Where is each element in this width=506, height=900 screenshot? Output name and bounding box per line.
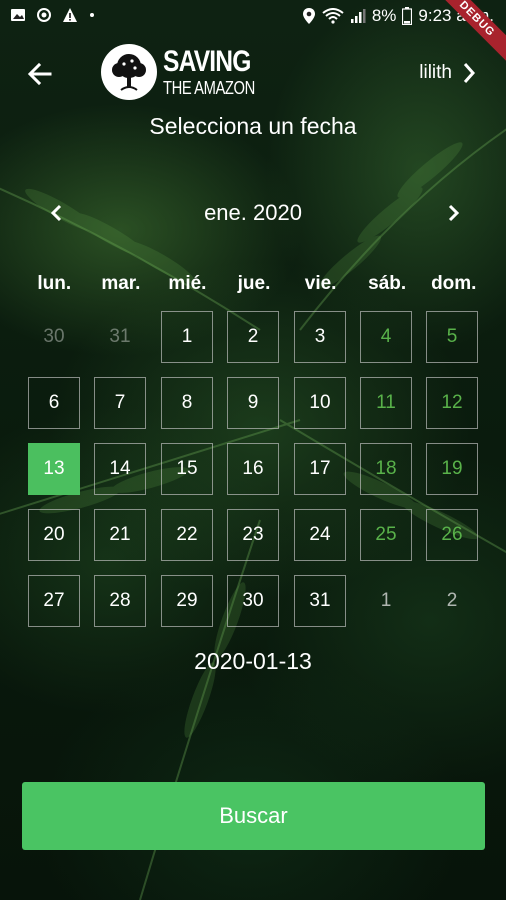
month-navigation: ene. 2020 (0, 196, 506, 230)
calendar-day-outside[interactable]: 1 (360, 575, 412, 627)
calendar-day[interactable]: 10 (294, 377, 346, 429)
weekday-label: vie. (304, 273, 337, 294)
back-arrow-icon[interactable] (24, 58, 56, 90)
calendar-day[interactable]: 16 (227, 443, 279, 495)
calendar-day-weekend[interactable]: 18 (360, 443, 412, 495)
dot-icon (90, 13, 94, 17)
weekday-header: lun. mar. mié. jue. vie. sáb. dom. (21, 273, 487, 295)
calendar-day-outside[interactable]: 30 (28, 311, 80, 363)
calendar-day[interactable]: 29 (161, 575, 213, 627)
weekday-label: dom. (431, 273, 477, 294)
calendar-day[interactable]: 27 (28, 575, 80, 627)
logo-title: SAVING (163, 45, 251, 78)
user-name: lilith (419, 62, 452, 83)
month-label: ene. 2020 (204, 200, 302, 225)
weekday-label: jue. (237, 273, 271, 294)
battery-percent: 8% (371, 6, 397, 25)
weekday-label: mié. (168, 273, 207, 294)
app-header: SAVING THE AMAZON lilith (0, 40, 506, 110)
calendar-day-weekend[interactable]: 12 (426, 377, 478, 429)
selected-date-display: 2020-01-13 (194, 648, 312, 674)
calendar-day[interactable]: 30 (227, 575, 279, 627)
signal-icon (350, 9, 366, 23)
calendar-day-weekend[interactable]: 26 (426, 509, 478, 561)
calendar-day[interactable]: 23 (227, 509, 279, 561)
calendar-day-weekend[interactable]: 5 (426, 311, 478, 363)
calendar-day-outside[interactable]: 31 (94, 311, 146, 363)
page-title: Selecciona un fecha (149, 113, 357, 139)
calendar-day[interactable]: 15 (161, 443, 213, 495)
next-month-button[interactable] (440, 198, 466, 228)
calendar-day[interactable]: 2 (227, 311, 279, 363)
calendar-day[interactable]: 31 (294, 575, 346, 627)
gallery-icon (11, 9, 25, 21)
calendar-day[interactable]: 1 (161, 311, 213, 363)
status-bar: 8% 9:23 a. m. DEBUG (0, 0, 506, 65)
calendar-day-weekend[interactable]: 19 (426, 443, 478, 495)
calendar-day-selected[interactable]: 13 (28, 443, 80, 495)
calendar-day[interactable]: 28 (94, 575, 146, 627)
search-button[interactable]: Buscar (22, 782, 485, 850)
calendar-day[interactable]: 14 (94, 443, 146, 495)
calendar-day[interactable]: 22 (161, 509, 213, 561)
calendar-day[interactable]: 6 (28, 377, 80, 429)
user-profile-button[interactable]: lilith (419, 62, 476, 84)
sync-icon (37, 8, 51, 22)
calendar-day[interactable]: 21 (94, 509, 146, 561)
calendar-day[interactable]: 17 (294, 443, 346, 495)
chevron-right-icon (463, 63, 476, 83)
calendar-day[interactable]: 3 (294, 311, 346, 363)
weekday-label: lun. (37, 273, 72, 294)
warning-icon (63, 8, 77, 22)
calendar-day-weekend[interactable]: 25 (360, 509, 412, 561)
wifi-icon (322, 8, 344, 24)
calendar-day-weekend[interactable]: 4 (360, 311, 412, 363)
calendar-day-outside[interactable]: 2 (426, 575, 478, 627)
location-icon (302, 8, 315, 24)
calendar-day[interactable]: 20 (28, 509, 80, 561)
weekday-label: mar. (101, 273, 141, 294)
calendar-day[interactable]: 7 (94, 377, 146, 429)
battery-icon (402, 7, 413, 25)
tree-icon (101, 44, 157, 100)
weekday-label: sáb. (368, 273, 407, 294)
calendar-day[interactable]: 9 (227, 377, 279, 429)
logo-subtitle: THE AMAZON (163, 78, 255, 98)
calendar-day[interactable]: 8 (161, 377, 213, 429)
calendar-day[interactable]: 24 (294, 509, 346, 561)
saving-the-amazon-logo: SAVING THE AMAZON (101, 44, 275, 100)
calendar-day-weekend[interactable]: 11 (360, 377, 412, 429)
